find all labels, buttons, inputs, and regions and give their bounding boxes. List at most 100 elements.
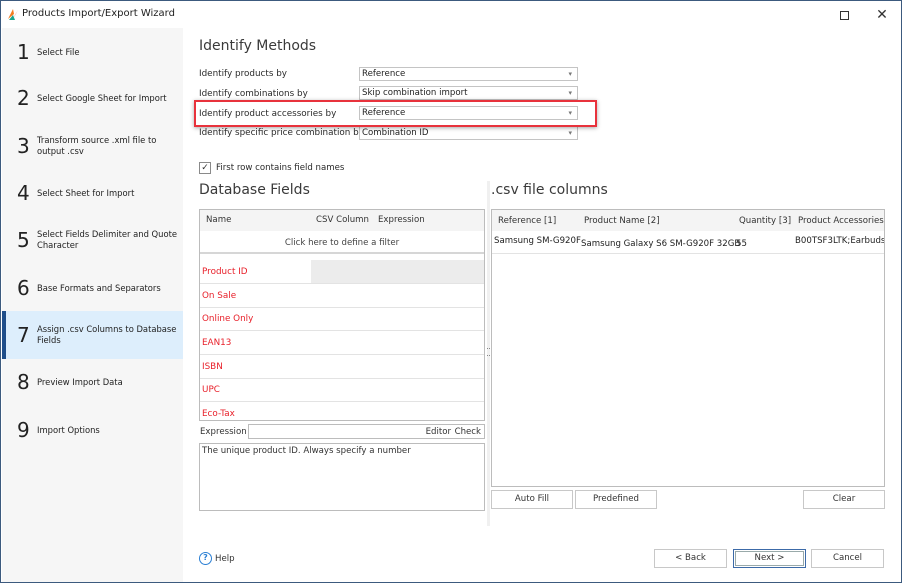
expression-input[interactable]: Editor Check [248, 424, 485, 439]
step-label: Select Fields Delimiter and Quote Charac… [37, 229, 178, 250]
field-row[interactable]: Online Only [200, 307, 484, 331]
step-number: 3 [17, 134, 30, 158]
help-icon: ? [199, 552, 212, 565]
step-label: Transform source .xml file to output .cs… [37, 135, 157, 156]
cell-quantity: 55 [736, 239, 747, 249]
identify-accessories-select[interactable]: Reference ▾ [359, 106, 578, 120]
field-name: ISBN [202, 362, 223, 372]
csv-columns-heading: .csv file columns [491, 182, 608, 198]
field-name: On Sale [202, 291, 237, 301]
dropdown-arrow-icon: ▾ [568, 109, 572, 117]
checkmark-icon: ✓ [201, 163, 209, 173]
field-name: Online Only [202, 314, 254, 324]
database-fields-heading: Database Fields [199, 182, 310, 198]
step-select-file[interactable]: 1 Select File [2, 28, 183, 76]
field-row[interactable]: Eco-Tax [200, 402, 484, 420]
wizard-window: Products Import/Export Wizard ✕ 1 Select… [0, 0, 902, 583]
step-preview-import[interactable]: 8 Preview Import Data [2, 358, 183, 406]
step-number: 1 [17, 40, 30, 64]
column-header-expression[interactable]: Expression [378, 215, 425, 225]
step-select-google-sheet[interactable]: 2 Select Google Sheet for Import [2, 74, 183, 122]
field-name: Eco-Tax [202, 409, 235, 419]
step-label: Select Google Sheet for Import [37, 92, 167, 103]
grid-header: Name CSV Column Expression [200, 210, 484, 231]
first-row-field-names-checkbox[interactable]: ✓ [199, 162, 211, 174]
identify-specific-price-select[interactable]: Combination ID ▾ [359, 126, 578, 140]
select-value: Reference [362, 69, 406, 79]
maximize-button[interactable] [829, 5, 859, 25]
step-transform-xml[interactable]: 3 Transform source .xml file to output .… [2, 122, 183, 170]
cancel-button[interactable]: Cancel [811, 549, 884, 568]
predefined-button[interactable]: Predefined [575, 490, 657, 509]
dropdown-arrow-icon: ▾ [568, 89, 572, 97]
identify-methods-heading: Identify Methods [199, 38, 317, 54]
select-value: Reference [362, 108, 406, 118]
field-mapping-cell[interactable] [311, 260, 484, 283]
step-base-formats[interactable]: 6 Base Formats and Separators [2, 264, 183, 312]
clear-button[interactable]: Clear [803, 490, 885, 509]
field-row[interactable]: Product ID [200, 260, 484, 284]
maximize-icon [839, 10, 849, 20]
app-logo-icon [8, 9, 18, 20]
close-button[interactable]: ✕ [867, 5, 897, 25]
identify-combinations-select[interactable]: Skip combination import ▾ [359, 86, 578, 100]
column-header-product-name[interactable]: Product Name [2] [584, 216, 660, 226]
step-number: 6 [17, 276, 30, 300]
identify-specific-price-label: Identify specific price combination by [199, 128, 364, 138]
field-name: EAN13 [202, 338, 232, 348]
back-button[interactable]: < Back [654, 549, 727, 568]
auto-fill-button[interactable]: Auto Fill [491, 490, 573, 509]
window-title: Products Import/Export Wizard [22, 8, 175, 19]
column-header-name[interactable]: Name [206, 215, 231, 225]
table-row[interactable]: Samsung SM-G920F Samsung Galaxy S6 SM-G9… [492, 232, 884, 254]
close-icon: ✕ [876, 7, 888, 23]
step-select-sheet[interactable]: 4 Select Sheet for Import [2, 169, 183, 217]
next-button[interactable]: Next > [733, 549, 806, 568]
step-number: 2 [17, 86, 30, 110]
step-label: Select Sheet for Import [37, 187, 135, 198]
splitter-grip-icon[interactable] [487, 348, 490, 356]
dropdown-arrow-icon: ▾ [568, 70, 572, 78]
column-header-quantity[interactable]: Quantity [3] [739, 216, 791, 226]
help-link[interactable]: ? Help [199, 552, 235, 565]
grid-header: Reference [1] Product Name [2] Quantity … [492, 210, 884, 231]
field-row[interactable]: EAN13 [200, 331, 484, 355]
field-name: UPC [202, 385, 220, 395]
field-row[interactable]: ISBN [200, 355, 484, 379]
cell-reference: Samsung SM-G920F [494, 236, 581, 246]
field-row[interactable]: UPC [200, 378, 484, 402]
column-header-product-accessories[interactable]: Product Accessories [798, 216, 884, 226]
step-fields-delimiter[interactable]: 5 Select Fields Delimiter and Quote Char… [2, 216, 183, 264]
select-value: Combination ID [362, 128, 429, 138]
first-row-field-names-label: First row contains field names [216, 163, 345, 173]
column-header-csv-column[interactable]: CSV Column [316, 215, 369, 225]
step-number: 9 [17, 418, 30, 442]
filter-row[interactable]: Click here to define a filter [200, 232, 484, 254]
csv-columns-grid: Reference [1] Product Name [2] Quantity … [491, 209, 885, 487]
step-label: Assign .csv Columns to Database Fields [37, 324, 177, 345]
identify-combinations-label: Identify combinations by [199, 89, 308, 99]
step-number: 4 [17, 181, 30, 205]
select-value: Skip combination import [362, 88, 468, 98]
step-import-options[interactable]: 9 Import Options [2, 406, 183, 454]
cell-product-name: Samsung Galaxy S6 SM-G920F 32GB [581, 239, 741, 249]
field-description-box: The unique product ID. Always specify a … [199, 443, 485, 511]
expression-label: Expression [200, 427, 247, 437]
step-number: 7 [17, 323, 30, 347]
identify-products-select[interactable]: Reference ▾ [359, 67, 578, 81]
column-header-reference[interactable]: Reference [1] [498, 216, 556, 226]
field-row[interactable]: On Sale [200, 284, 484, 308]
check-link[interactable]: Check [455, 427, 481, 437]
step-number: 5 [17, 228, 30, 252]
help-label: Help [215, 553, 235, 564]
wizard-steps-sidebar: 1 Select File 2 Select Google Sheet for … [2, 28, 183, 582]
step-label: Base Formats and Separators [37, 282, 161, 293]
field-name: Product ID [202, 267, 248, 277]
title-bar: Products Import/Export Wizard ✕ [1, 1, 901, 28]
identify-accessories-label: Identify product accessories by [199, 109, 337, 119]
step-assign-columns[interactable]: 7 Assign .csv Columns to Database Fields [2, 311, 183, 359]
editor-link[interactable]: Editor [426, 427, 451, 437]
database-fields-grid: Name CSV Column Expression Click here to… [199, 209, 485, 421]
step-label: Select File [37, 46, 80, 57]
step-label: Preview Import Data [37, 376, 123, 387]
